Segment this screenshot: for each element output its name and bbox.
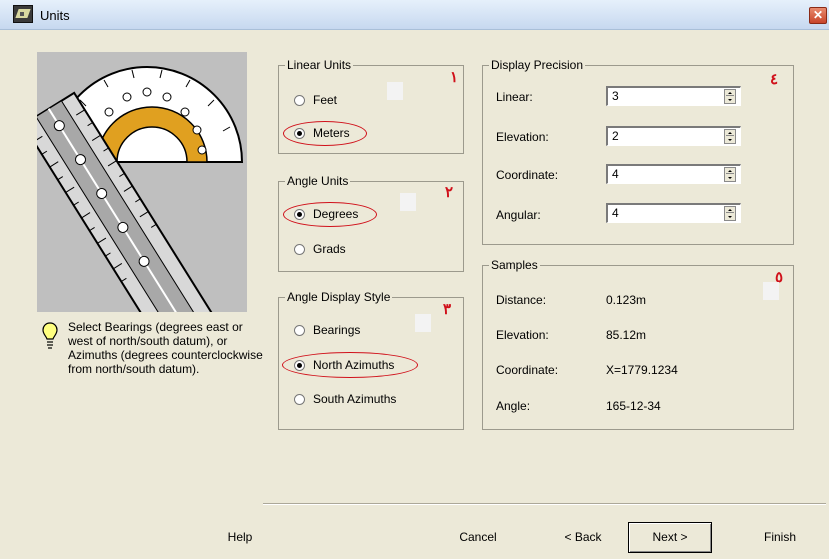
sample-angle-value: 165-12-34: [606, 399, 661, 413]
protractor-ruler-graphic: [37, 52, 247, 312]
spin-up-icon[interactable]: [726, 90, 734, 96]
sample-elevation-value: 85.12m: [606, 328, 647, 342]
help-button[interactable]: Help: [204, 522, 276, 553]
radio-circle[interactable]: [294, 393, 305, 405]
annotation-mark-1: ١: [450, 68, 459, 86]
stepper-value[interactable]: 4: [612, 167, 619, 181]
spin-arrows-icon[interactable]: [724, 129, 736, 144]
blank-marker: [415, 314, 431, 332]
highlight-oval: [283, 202, 377, 227]
linear-precision-stepper[interactable]: 3: [606, 86, 741, 106]
spin-arrows-icon[interactable]: [724, 167, 736, 182]
radio-circle[interactable]: [294, 324, 305, 336]
spin-arrows-icon[interactable]: [724, 206, 736, 221]
highlight-oval: [283, 121, 367, 146]
radio-feet[interactable]: Feet: [294, 93, 337, 107]
spin-arrows-icon[interactable]: [724, 89, 736, 104]
coordinate-precision-label: Coordinate:: [496, 168, 559, 182]
hint-text: Select Bearings (degrees east or west of…: [68, 320, 263, 376]
protractor-ruler-illustration: [37, 52, 247, 312]
linear-units-legend: Linear Units: [287, 58, 352, 72]
elevation-precision-label: Elevation:: [496, 130, 549, 144]
blank-marker: [387, 82, 403, 100]
sample-distance-label: Distance:: [496, 293, 547, 307]
sample-angle-label: Angle:: [496, 399, 531, 413]
linear-precision-label: Linear:: [496, 90, 533, 104]
sample-distance-value: 0.123m: [606, 293, 647, 307]
cancel-button[interactable]: Cancel: [442, 522, 514, 553]
window-title: Units: [40, 8, 70, 23]
title-bar: Units ✕: [0, 0, 829, 30]
stepper-value[interactable]: 2: [612, 129, 619, 143]
lightbulb-icon: [42, 321, 58, 351]
close-button[interactable]: ✕: [809, 7, 827, 24]
radio-feet-label: Feet: [313, 93, 338, 107]
angular-precision-stepper[interactable]: 4: [606, 203, 741, 223]
blank-marker: [400, 193, 416, 211]
annotation-mark-3: ٣: [443, 300, 452, 318]
radio-south-azimuths[interactable]: South Azimuths: [294, 392, 396, 406]
radio-bearings-label: Bearings: [313, 323, 361, 337]
stepper-value[interactable]: 4: [612, 206, 619, 220]
blank-marker: [763, 282, 779, 300]
radio-circle[interactable]: [294, 94, 305, 106]
spin-down-icon[interactable]: [726, 97, 734, 103]
spin-down-icon[interactable]: [726, 137, 734, 143]
radio-south-azimuths-label: South Azimuths: [313, 392, 397, 406]
stepper-value[interactable]: 3: [612, 89, 619, 103]
radio-circle[interactable]: [294, 243, 305, 255]
finish-button[interactable]: Finish: [744, 522, 816, 553]
samples-legend: Samples: [491, 258, 538, 272]
sample-coordinate-value: X=1779.1234: [606, 363, 678, 377]
sample-elevation-label: Elevation:: [496, 328, 549, 342]
spin-up-icon[interactable]: [726, 130, 734, 136]
display-precision-legend: Display Precision: [491, 58, 584, 72]
elevation-precision-stepper[interactable]: 2: [606, 126, 741, 146]
radio-grads-label: Grads: [313, 242, 346, 256]
button-separator: [263, 503, 826, 505]
annotation-mark-2: ٢: [445, 183, 454, 201]
spin-up-icon[interactable]: [726, 207, 734, 213]
spin-up-icon[interactable]: [726, 168, 734, 174]
angle-units-legend: Angle Units: [287, 174, 349, 188]
app-icon: [13, 5, 33, 23]
sample-coordinate-label: Coordinate:: [496, 363, 559, 377]
coordinate-precision-stepper[interactable]: 4: [606, 164, 741, 184]
radio-grads[interactable]: Grads: [294, 242, 346, 256]
angle-display-style-legend: Angle Display Style: [287, 290, 391, 304]
back-button[interactable]: < Back: [547, 522, 619, 553]
next-button[interactable]: Next >: [628, 522, 712, 553]
annotation-mark-4: ٤: [770, 70, 779, 88]
highlight-oval: [282, 352, 418, 378]
radio-bearings[interactable]: Bearings: [294, 323, 360, 337]
spin-down-icon[interactable]: [726, 214, 734, 220]
angular-precision-label: Angular:: [496, 208, 541, 222]
spin-down-icon[interactable]: [726, 175, 734, 181]
